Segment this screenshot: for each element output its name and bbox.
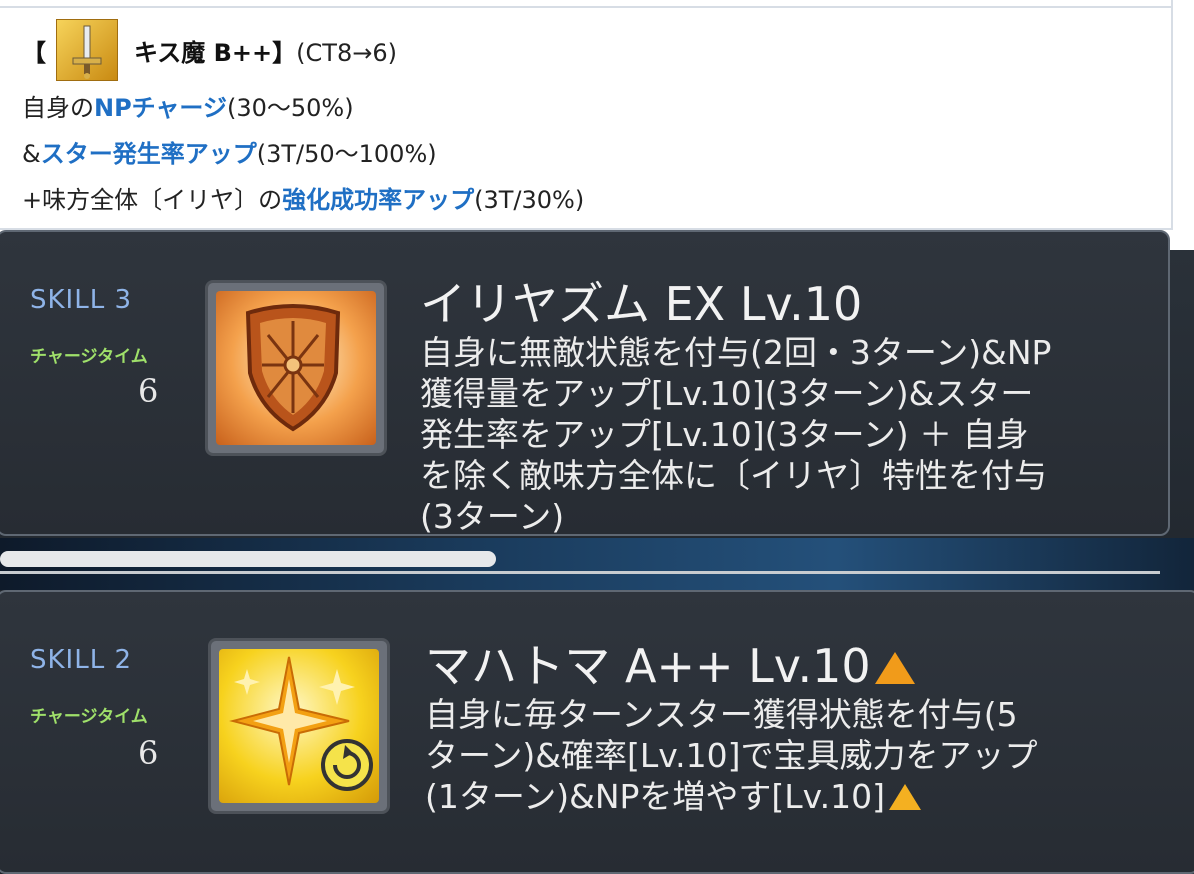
skill2-title: マハトマ A++ Lv.10 [425, 630, 915, 696]
star-gen-link[interactable]: スター発生率アップ [41, 140, 257, 168]
horizontal-scrollbar[interactable] [0, 551, 496, 567]
wiki-effect-line-3: +味方全体〔イリヤ〕の強化成功率アップ(3T/30%) [22, 180, 584, 215]
desc-text: (1ターン)&NPを増やす[Lv.10] [425, 777, 885, 816]
skill2-title-text: マハトマ A++ Lv.10 [425, 639, 871, 693]
skill3-icon-frame [205, 280, 387, 456]
skill2-label: SKILL 2 [30, 645, 132, 675]
desc-line: ターン)&確率[Lv.10]で宝具威力をアップ [425, 736, 1038, 775]
sword-icon [56, 19, 118, 81]
effect-value: (3T/50〜100%) [256, 140, 437, 168]
bracket-open: 【 [22, 39, 46, 67]
skill3-title: イリヤズム EX Lv.10 [420, 277, 863, 331]
skill2-icon-frame [208, 638, 390, 814]
skill3-ct-label: チャージタイム [30, 347, 148, 367]
wiki-effect-line-2: &スター発生率アップ(3T/50〜100%) [22, 134, 437, 169]
skill3-label: SKILL 3 [30, 285, 132, 315]
effect-value: (30〜50%) [226, 94, 354, 122]
effect-text: +味方全体〔イリヤ〕の [22, 186, 283, 214]
skill2-description: 自身に毎ターンスター獲得状態を付与(5 ターン)&確率[Lv.10]で宝具威力を… [425, 694, 1038, 817]
desc-line: (3ターン) [420, 497, 565, 536]
skill3-ct-value: 6 [138, 372, 159, 410]
desc-line: 自身に無敵状態を付与(2回・3ターン)&NP [420, 333, 1052, 372]
skill-ct: (CT8→6) [296, 39, 397, 67]
desc-line: 発生率をアップ[Lv.10](3ターン) ＋ 自身 [420, 415, 1029, 454]
game-skill-panels: SKILL 3 チャージタイム 6 イリヤズム EX Lv.10 自身に無敵状態… [0, 230, 1194, 874]
skill-name: キス魔 B++】 [134, 39, 297, 67]
wiki-skill-title: キス魔 B++】(CT8→6) [134, 33, 397, 68]
buff-success-link[interactable]: 強化成功率アップ [282, 186, 474, 214]
skill2-ct-value: 6 [138, 734, 159, 772]
upgrade-arrow-icon [874, 652, 915, 684]
desc-line-with-icon: (1ターン)&NPを増やす[Lv.10] [425, 776, 1038, 817]
sparkle-star-icon [219, 649, 379, 803]
np-charge-link[interactable]: NPチャージ [94, 94, 227, 122]
divider [0, 571, 1160, 574]
shield-icon [216, 291, 376, 445]
desc-line: を除く敵味方全体に〔イリヤ〕特性を付与 [420, 456, 1047, 495]
effect-text: 自身の [22, 94, 94, 122]
wiki-skill-header: 【 [22, 33, 46, 68]
skill3-description: 自身に無敵状態を付与(2回・3ターン)&NP 獲得量をアップ[Lv.10](3タ… [420, 332, 1051, 537]
skill2-ct-label: チャージタイム [30, 707, 148, 727]
desc-line: 獲得量をアップ[Lv.10](3ターン)&スター [420, 374, 1034, 413]
effect-value: (3T/30%) [474, 186, 585, 214]
wiki-card: 【 キス魔 B++】(CT8→6) 自身のNPチャージ(30〜50%) &スター… [0, 0, 1194, 252]
upgrade-arrow-icon [889, 784, 921, 810]
wiki-effect-line-1: 自身のNPチャージ(30〜50%) [22, 88, 354, 123]
desc-line: 自身に毎ターンスター獲得状態を付与(5 [425, 695, 1018, 734]
effect-text: & [22, 140, 41, 168]
